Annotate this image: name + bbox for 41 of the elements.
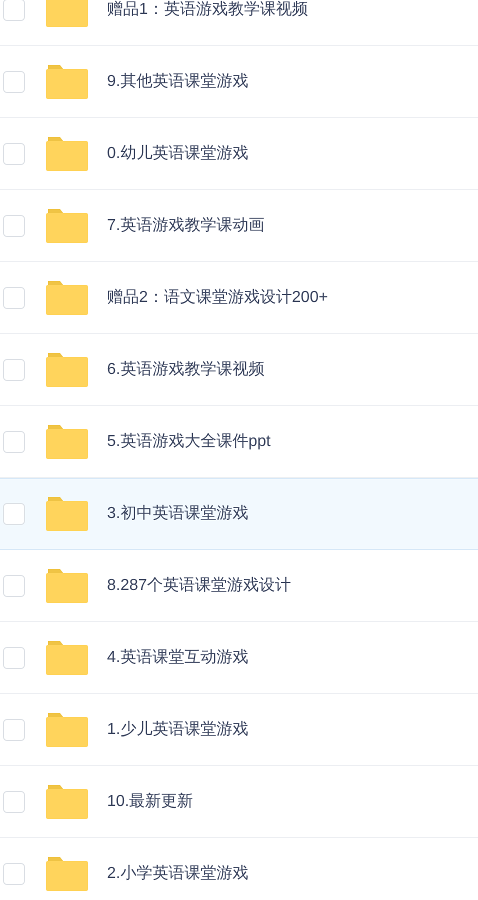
folder-name[interactable]: 10.最新更新: [107, 790, 194, 814]
folder-name[interactable]: 2.小学英语课堂游戏: [107, 862, 248, 886]
checkbox[interactable]: [3, 790, 25, 812]
folder-name[interactable]: 1.少儿英语课堂游戏: [107, 718, 248, 742]
folder-name[interactable]: 6.英语游戏教学课视频: [107, 358, 264, 382]
folder-name[interactable]: 4.英语课堂互动游戏: [107, 646, 248, 670]
folder-icon: [46, 568, 88, 602]
folder-name[interactable]: 5.英语游戏大全课件ppt: [107, 430, 271, 454]
folder-icon: [46, 280, 88, 314]
checkbox[interactable]: [3, 503, 25, 525]
folder-icon: [46, 712, 88, 746]
folder-row[interactable]: 赠品1：英语游戏教学课视频: [0, 0, 478, 46]
folder-name[interactable]: 8.287个英语课堂游戏设计: [107, 574, 292, 598]
folder-icon: [46, 352, 88, 386]
folder-row[interactable]: 3.初中英语课堂游戏: [0, 478, 478, 550]
folder-icon: [46, 424, 88, 458]
folder-icon: [46, 497, 88, 531]
checkbox[interactable]: [3, 214, 25, 236]
folder-icon: [46, 856, 88, 890]
folder-icon: [46, 784, 88, 818]
folder-icon: [46, 208, 88, 242]
folder-name[interactable]: 3.初中英语课堂游戏: [107, 502, 248, 526]
folder-icon: [46, 640, 88, 674]
folder-name[interactable]: 9.其他英语课堂游戏: [107, 70, 248, 94]
checkbox[interactable]: [3, 70, 25, 92]
folder-icon: [46, 64, 88, 98]
checkbox[interactable]: [3, 0, 25, 20]
folder-icon: [46, 0, 88, 26]
folder-icon: [46, 136, 88, 170]
folder-name[interactable]: 赠品1：英语游戏教学课视频: [107, 0, 308, 22]
checkbox[interactable]: [3, 718, 25, 740]
checkbox[interactable]: [3, 142, 25, 164]
checkbox[interactable]: [3, 574, 25, 596]
checkbox[interactable]: [3, 286, 25, 308]
folder-name[interactable]: 0.幼儿英语课堂游戏: [107, 142, 248, 166]
checkbox[interactable]: [3, 646, 25, 668]
folder-name[interactable]: 7.英语游戏教学课动画: [107, 214, 264, 238]
checkbox[interactable]: [3, 862, 25, 884]
checkbox[interactable]: [3, 358, 25, 380]
folder-name[interactable]: 赠品2：语文课堂游戏设计200+: [107, 286, 328, 310]
checkbox[interactable]: [3, 430, 25, 452]
